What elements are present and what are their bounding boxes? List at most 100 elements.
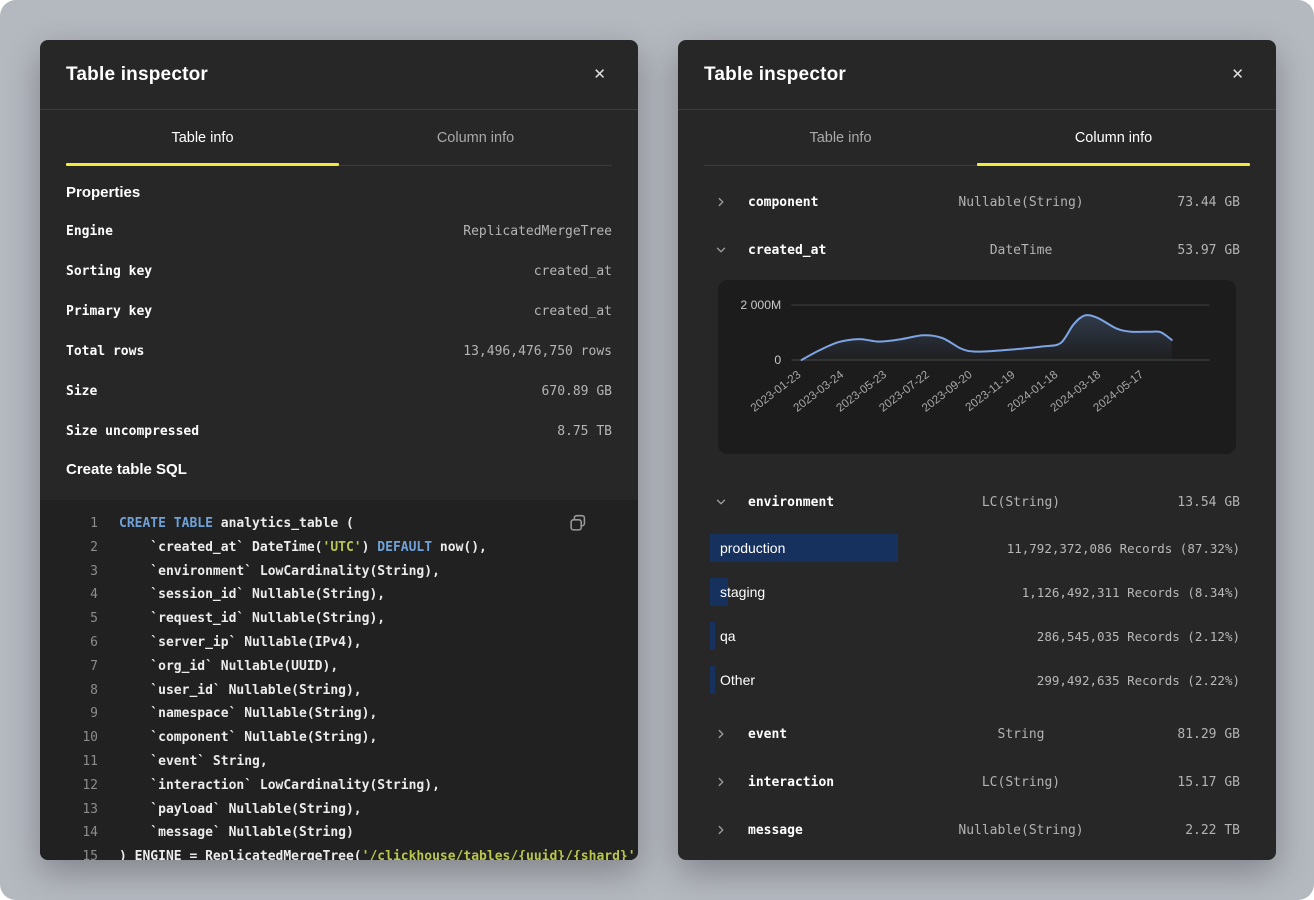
- dialog-header: Table inspector ✕: [40, 40, 638, 110]
- sql-line-code: `server_ip` Nullable(IPv4),: [119, 631, 362, 655]
- column-type: LC(String): [906, 775, 1136, 790]
- chevron-down-icon[interactable]: [714, 243, 728, 257]
- tab-column-info[interactable]: Column info: [977, 110, 1250, 165]
- tab-table-info[interactable]: Table info: [66, 110, 339, 165]
- sql-token: `user_id` Nullable(String),: [119, 683, 362, 698]
- sql-token: '/clickhouse/tables/{uuid}/{shard}': [362, 849, 636, 860]
- property-value: 670.89 GB: [542, 384, 612, 399]
- sql-line-number: 13: [40, 798, 98, 822]
- sql-token: `namespace` Nullable(String),: [119, 706, 377, 721]
- sql-token: `event` String,: [119, 754, 268, 769]
- sql-token: `environment` LowCardinality(String),: [119, 564, 440, 579]
- column-row-event[interactable]: event String 81.29 GB: [714, 710, 1240, 758]
- property-value: 8.75 TB: [557, 424, 612, 439]
- chevron-right-icon[interactable]: [714, 195, 728, 209]
- column-name: environment: [748, 495, 906, 510]
- sql-token: `server_ip` Nullable(IPv4),: [119, 635, 362, 650]
- property-value: ReplicatedMergeTree: [463, 224, 612, 239]
- sql-line-number: 5: [40, 607, 98, 631]
- sql-line: 5 `request_id` Nullable(String),: [40, 607, 638, 631]
- dist-value-label: qa: [710, 628, 736, 644]
- property-row-engine: Engine ReplicatedMergeTree: [66, 211, 612, 251]
- dialog-title: Table inspector: [66, 64, 208, 86]
- sql-line-code: `namespace` Nullable(String),: [119, 702, 377, 726]
- sql-token: ) ENGINE = ReplicatedMergeTree(: [119, 849, 362, 860]
- dialog-title: Table inspector: [704, 64, 846, 86]
- sql-token: `interaction` LowCardinality(String),: [119, 778, 440, 793]
- chevron-right-icon[interactable]: [714, 727, 728, 741]
- chevron-down-icon[interactable]: [714, 495, 728, 509]
- column-type: String: [906, 727, 1136, 742]
- sql-line-code: `request_id` Nullable(String),: [119, 607, 385, 631]
- sql-line: 2 `created_at` DateTime('UTC') DEFAULT n…: [40, 536, 638, 560]
- chevron-right-icon[interactable]: [714, 775, 728, 789]
- property-row-size: Size 670.89 GB: [66, 371, 612, 411]
- sql-line-code: CREATE TABLE analytics_table (: [119, 512, 354, 536]
- sql-line: 3 `environment` LowCardinality(String),: [40, 560, 638, 584]
- column-row-component[interactable]: component Nullable(String) 73.44 GB: [714, 178, 1240, 226]
- property-value: created_at: [534, 304, 612, 319]
- created-at-distribution-chart: 2 000M 0 2023-01-23 2023-03-24 2023-05-2…: [718, 280, 1236, 454]
- properties-heading: Properties: [66, 184, 612, 201]
- sql-token: DEFAULT: [377, 540, 432, 555]
- sql-token: 'UTC': [323, 540, 362, 555]
- sql-line: 7 `org_id` Nullable(UUID),: [40, 655, 638, 679]
- column-size: 73.44 GB: [1136, 195, 1240, 210]
- sql-line: 10 `component` Nullable(String),: [40, 726, 638, 750]
- sql-line-code: `payload` Nullable(String),: [119, 798, 362, 822]
- sql-line-code: `org_id` Nullable(UUID),: [119, 655, 338, 679]
- close-button[interactable]: ✕: [1227, 63, 1248, 86]
- column-info-body: component Nullable(String) 73.44 GB crea…: [678, 166, 1276, 860]
- y-tick-zero: 0: [774, 353, 781, 367]
- sql-line-number: 12: [40, 774, 98, 798]
- column-size: 2.22 TB: [1136, 823, 1240, 838]
- property-label: Engine: [66, 224, 113, 239]
- dist-row-staging: staging 1,126,492,311 Records (8.34%): [710, 570, 1240, 614]
- column-row-message[interactable]: message Nullable(String) 2.22 TB: [714, 806, 1240, 854]
- sql-line-code: `user_id` Nullable(String),: [119, 679, 362, 703]
- property-value: 13,496,476,750 rows: [463, 344, 612, 359]
- sql-line: 6 `server_ip` Nullable(IPv4),: [40, 631, 638, 655]
- sql-token: analytics_table (: [213, 516, 354, 531]
- column-name: message: [748, 823, 906, 838]
- sql-line: 9 `namespace` Nullable(String),: [40, 702, 638, 726]
- sql-token: `message` Nullable(String): [119, 825, 354, 840]
- property-row-total-rows: Total rows 13,496,476,750 rows: [66, 331, 612, 371]
- column-row-created-at[interactable]: created_at DateTime 53.97 GB: [714, 226, 1240, 274]
- sql-line: 8 `user_id` Nullable(String),: [40, 679, 638, 703]
- chart-area-fill: [802, 315, 1172, 360]
- sql-token: ): [362, 540, 378, 555]
- sql-line-number: 4: [40, 583, 98, 607]
- dist-value-label: staging: [710, 584, 765, 600]
- desktop-background: Table inspector ✕ Table info Column info…: [0, 0, 1314, 900]
- sql-token: `component` Nullable(String),: [119, 730, 377, 745]
- sql-line-number: 9: [40, 702, 98, 726]
- tab-column-info[interactable]: Column info: [339, 110, 612, 165]
- dist-records: 286,545,035 Records (2.12%): [1037, 629, 1240, 644]
- copy-icon: [567, 512, 589, 534]
- sql-line-number: 15: [40, 845, 98, 860]
- property-label: Total rows: [66, 344, 144, 359]
- sql-line-number: 1: [40, 512, 98, 536]
- property-label: Size: [66, 384, 97, 399]
- column-size: 13.54 GB: [1136, 495, 1240, 510]
- close-button[interactable]: ✕: [589, 63, 610, 86]
- y-tick-2000m: 2 000M: [740, 298, 781, 312]
- sql-line-code: `environment` LowCardinality(String),: [119, 560, 440, 584]
- chevron-right-icon[interactable]: [714, 823, 728, 837]
- column-type: DateTime: [906, 243, 1136, 258]
- column-name: created_at: [748, 243, 906, 258]
- column-row-environment[interactable]: environment LC(String) 13.54 GB: [714, 478, 1240, 526]
- sql-line-code: `session_id` Nullable(String),: [119, 583, 385, 607]
- copy-sql-button[interactable]: [566, 512, 590, 536]
- property-row-sorting-key: Sorting key created_at: [66, 251, 612, 291]
- tab-table-info[interactable]: Table info: [704, 110, 977, 165]
- create-table-sql-heading: Create table SQL: [66, 461, 612, 478]
- sql-token: `request_id` Nullable(String),: [119, 611, 385, 626]
- column-type: Nullable(String): [906, 195, 1136, 210]
- property-label: Size uncompressed: [66, 424, 199, 439]
- sql-token: `created_at` DateTime(: [119, 540, 323, 555]
- dist-row-production: production 11,792,372,086 Records (87.32…: [710, 526, 1240, 570]
- sql-line: 1 CREATE TABLE analytics_table (: [40, 512, 638, 536]
- column-row-interaction[interactable]: interaction LC(String) 15.17 GB: [714, 758, 1240, 806]
